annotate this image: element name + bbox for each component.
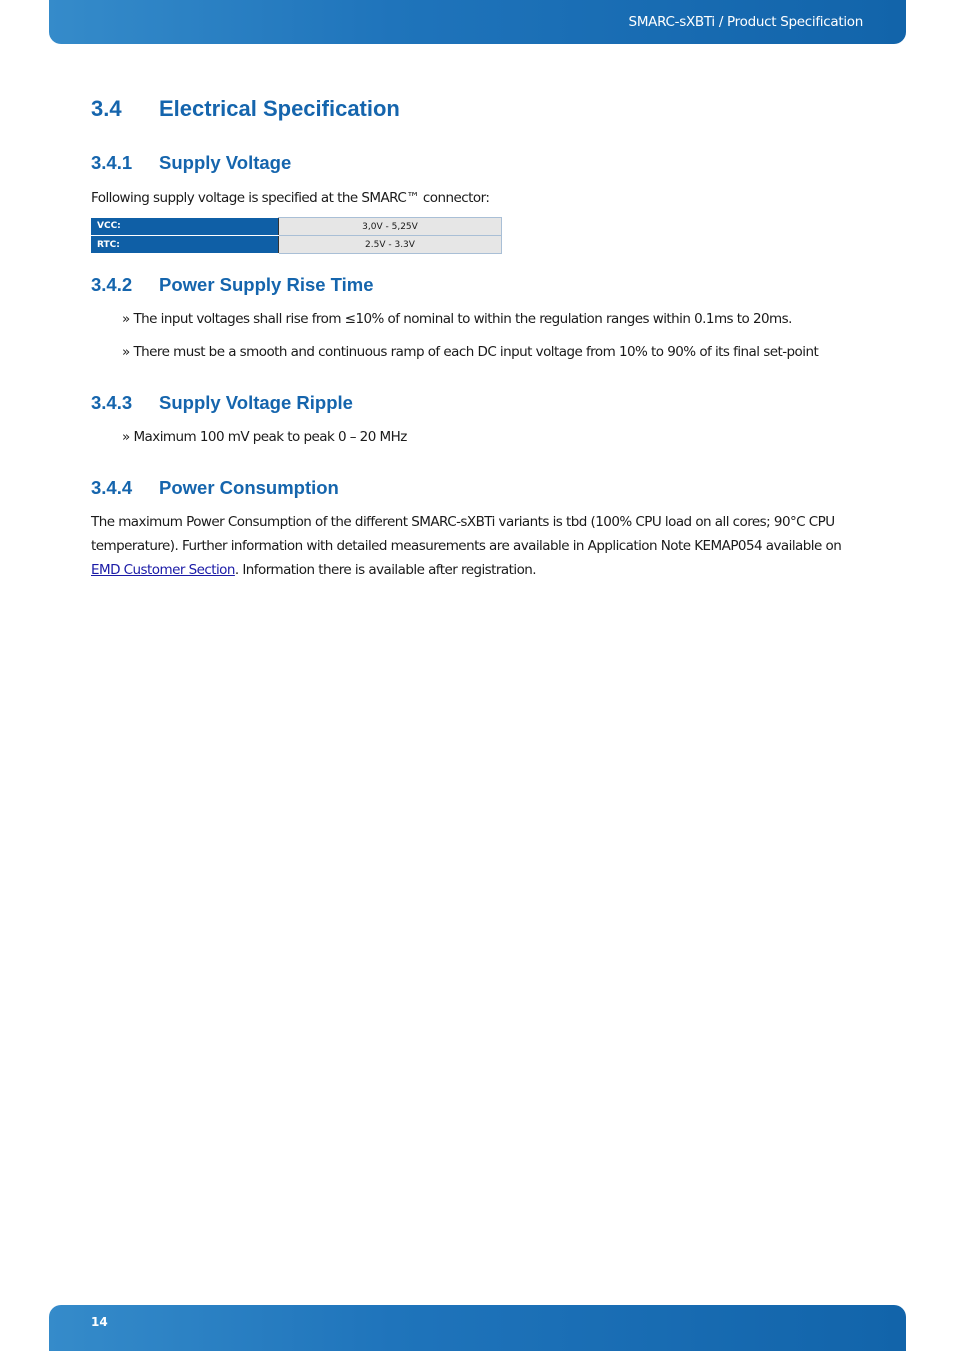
table-row: RTC: 2.5V - 3.3V [91, 235, 502, 254]
bullet-item: » There must be a smooth and continuous … [122, 344, 819, 360]
paragraph-text: . Information there is available after r… [234, 562, 537, 578]
subsection-number: 3.4.2 [91, 274, 133, 295]
subsection-heading-supply-voltage: 3.4.1 Supply Voltage [91, 152, 291, 174]
table-label: RTC: [91, 235, 279, 254]
bullet-item: » Maximum 100 mV peak to peak 0 – 20 MHz [122, 429, 407, 445]
subsection-number: 3.4.4 [91, 477, 133, 498]
page-footer: 14 [49, 1305, 906, 1351]
supply-voltage-table: VCC: 3,0V - 5,25V RTC: 2.5V - 3.3V [91, 217, 502, 254]
paragraph-text: The maximum Power Consumption of the dif… [91, 514, 842, 554]
bullet-item: » The input voltages shall rise from ≤10… [122, 311, 792, 327]
page-number: 14 [91, 1315, 108, 1329]
subsection-title: Supply Voltage Ripple [159, 392, 353, 413]
subsection-number: 3.4.1 [91, 152, 133, 173]
subsection-heading-ripple: 3.4.3 Supply Voltage Ripple [91, 392, 353, 414]
emd-customer-section-link[interactable]: EMD Customer Section [91, 562, 235, 578]
page-header: SMARC-sXBTi / Product Specification [49, 0, 906, 44]
table-row: VCC: 3,0V - 5,25V [91, 217, 502, 236]
table-value: 2.5V - 3.3V [278, 235, 502, 254]
supply-voltage-intro: Following supply voltage is specified at… [91, 190, 490, 206]
subsection-number: 3.4.3 [91, 392, 133, 413]
section-number: 3.4 [91, 96, 122, 121]
subsection-title: Power Supply Rise Time [159, 274, 374, 295]
section-heading: 3.4 Electrical Specification [91, 96, 400, 122]
table-label: VCC: [91, 217, 279, 236]
subsection-title: Power Consumption [159, 477, 339, 498]
table-value: 3,0V - 5,25V [278, 217, 502, 236]
subsection-heading-power-consumption: 3.4.4 Power Consumption [91, 477, 339, 499]
section-title: Electrical Specification [159, 96, 400, 121]
subsection-title: Supply Voltage [159, 152, 292, 173]
subsection-heading-rise-time: 3.4.2 Power Supply Rise Time [91, 274, 374, 296]
power-consumption-paragraph: The maximum Power Consumption of the dif… [91, 510, 866, 582]
document-title: SMARC-sXBTi / Product Specification [628, 14, 864, 30]
